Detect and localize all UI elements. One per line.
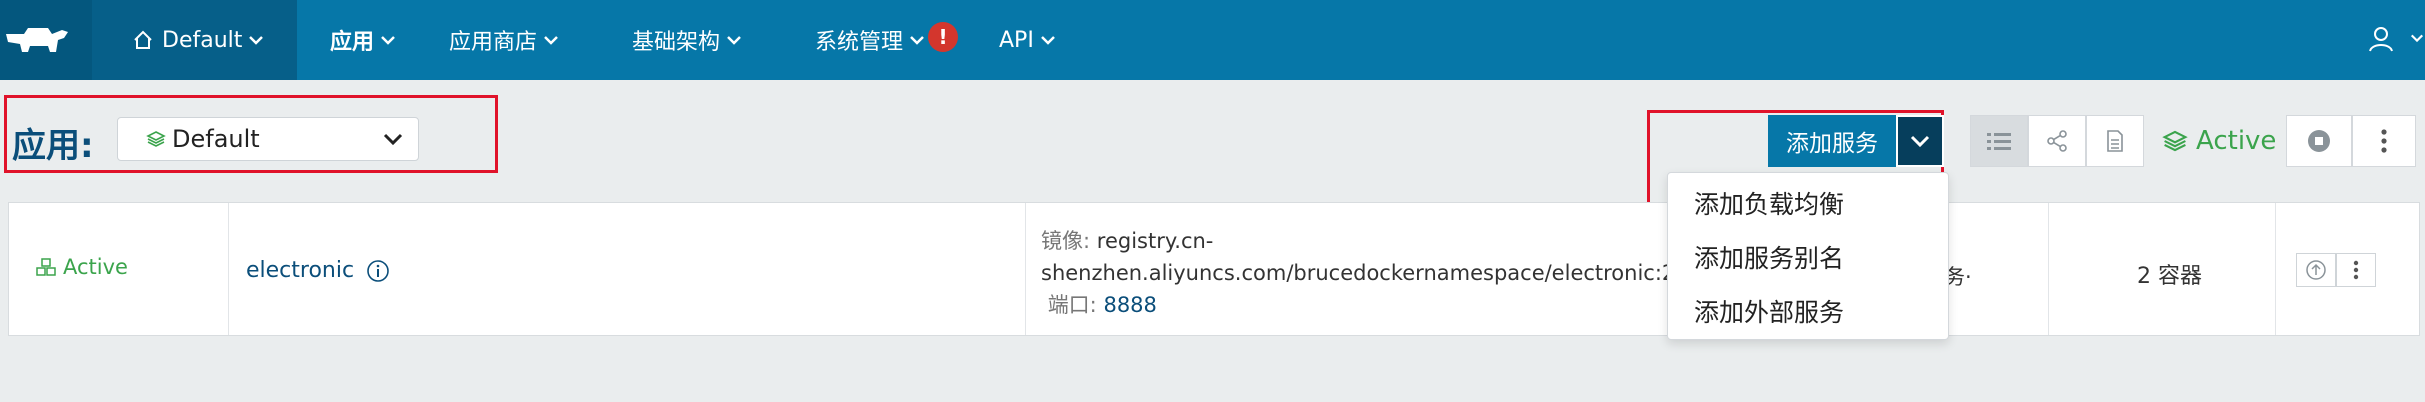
nav-item-infrastructure[interactable]: 基础架构 bbox=[632, 0, 742, 80]
chevron-down-icon bbox=[1910, 135, 1930, 148]
nav-item-label: 应用商店 bbox=[449, 30, 538, 55]
container-count: 2 容器 bbox=[2137, 264, 2202, 289]
more-vertical-icon bbox=[2381, 129, 2387, 153]
service-detail: 镜像: registry.cn- shenzhen.aliyuncs.com/b… bbox=[1041, 225, 1671, 321]
port-label: 端口: bbox=[1047, 293, 1097, 317]
stack-more-button[interactable] bbox=[2352, 115, 2416, 167]
image-value-line2: shenzhen.aliyuncs.com/brucedockernamespa… bbox=[1041, 261, 1671, 285]
rancher-logo[interactable] bbox=[0, 0, 92, 80]
chevron-down-icon[interactable] bbox=[2410, 32, 2424, 44]
rancher-logo-icon bbox=[6, 28, 68, 52]
chevron-down-icon bbox=[381, 36, 395, 45]
admin-alert-badge: ! bbox=[928, 22, 958, 52]
graph-view-button[interactable] bbox=[2028, 115, 2086, 167]
service-state: Active bbox=[35, 255, 128, 279]
layers-icon bbox=[2162, 130, 2188, 152]
nav-item-label: 基础架构 bbox=[632, 30, 721, 55]
nav-item-applications[interactable]: 应用 bbox=[330, 0, 396, 80]
stop-stack-button[interactable] bbox=[2286, 115, 2352, 167]
nav-item-catalog[interactable]: 应用商店 bbox=[449, 0, 559, 80]
cubes-icon bbox=[36, 258, 56, 276]
nav-item-label: API bbox=[999, 27, 1034, 53]
image-label: 镜像: bbox=[1041, 229, 1091, 253]
page-title: 应用: bbox=[12, 126, 94, 166]
service-name: electronic bbox=[246, 258, 355, 283]
column-divider bbox=[2048, 203, 2049, 335]
menu-item-add-service-alias[interactable]: 添加服务别名 bbox=[1694, 239, 1844, 275]
menu-item-add-external-service[interactable]: 添加外部服务 bbox=[1694, 293, 1844, 329]
column-divider bbox=[1025, 203, 1026, 335]
chevron-down-icon bbox=[544, 36, 558, 45]
stop-icon bbox=[2308, 130, 2330, 152]
document-icon bbox=[2107, 130, 2123, 152]
menu-item-add-load-balancer[interactable]: 添加负载均衡 bbox=[1694, 185, 1844, 221]
column-divider bbox=[228, 203, 229, 335]
list-icon bbox=[1987, 133, 2011, 150]
share-icon bbox=[2047, 130, 2067, 152]
chevron-down-icon bbox=[249, 36, 264, 45]
stack-select-value: Default bbox=[172, 125, 260, 153]
image-value-line1: registry.cn- bbox=[1096, 229, 1214, 253]
chevron-down-icon bbox=[727, 36, 741, 45]
top-navigation-bar: Default 应用 应用商店 基础架构 系统管理 ! API bbox=[0, 0, 2425, 80]
home-icon bbox=[134, 30, 152, 49]
more-vertical-icon bbox=[2353, 260, 2359, 280]
user-icon[interactable] bbox=[2368, 25, 2394, 53]
nav-item-admin[interactable]: 系统管理 bbox=[815, 0, 925, 80]
stack-state: Active bbox=[2162, 115, 2276, 167]
upgrade-icon bbox=[2306, 260, 2326, 280]
chevron-down-icon bbox=[910, 36, 924, 45]
upgrade-service-button[interactable] bbox=[2296, 253, 2336, 287]
add-service-button[interactable]: 添加服务 bbox=[1768, 115, 1896, 167]
stack-select[interactable]: Default bbox=[117, 117, 419, 161]
list-view-button[interactable] bbox=[1970, 115, 2028, 167]
info-icon[interactable] bbox=[366, 259, 390, 283]
chevron-down-icon bbox=[383, 133, 403, 146]
add-service-dropdown-toggle[interactable] bbox=[1896, 115, 1944, 167]
layers-icon bbox=[146, 131, 166, 147]
chevron-down-icon bbox=[1040, 36, 1055, 45]
table-row: Active electronic 镜像: registry.cn- shenz… bbox=[8, 202, 2420, 336]
column-divider bbox=[2275, 203, 2276, 335]
environment-switcher[interactable]: Default bbox=[92, 0, 297, 80]
port-value[interactable]: 8888 bbox=[1103, 293, 1156, 317]
environment-name: Default bbox=[162, 27, 243, 53]
nav-item-api[interactable]: API bbox=[999, 0, 1056, 80]
service-name-link[interactable]: electronic bbox=[246, 258, 390, 283]
nav-item-label: 应用 bbox=[330, 30, 375, 55]
service-state-label: Active bbox=[63, 255, 128, 279]
compose-view-button[interactable] bbox=[2086, 115, 2144, 167]
nav-item-label: 系统管理 bbox=[815, 30, 904, 55]
stack-state-label: Active bbox=[2196, 126, 2277, 156]
service-more-button[interactable] bbox=[2336, 253, 2376, 287]
add-service-dropdown-menu: 添加负载均衡 添加服务别名 添加外部服务 bbox=[1667, 172, 1949, 340]
